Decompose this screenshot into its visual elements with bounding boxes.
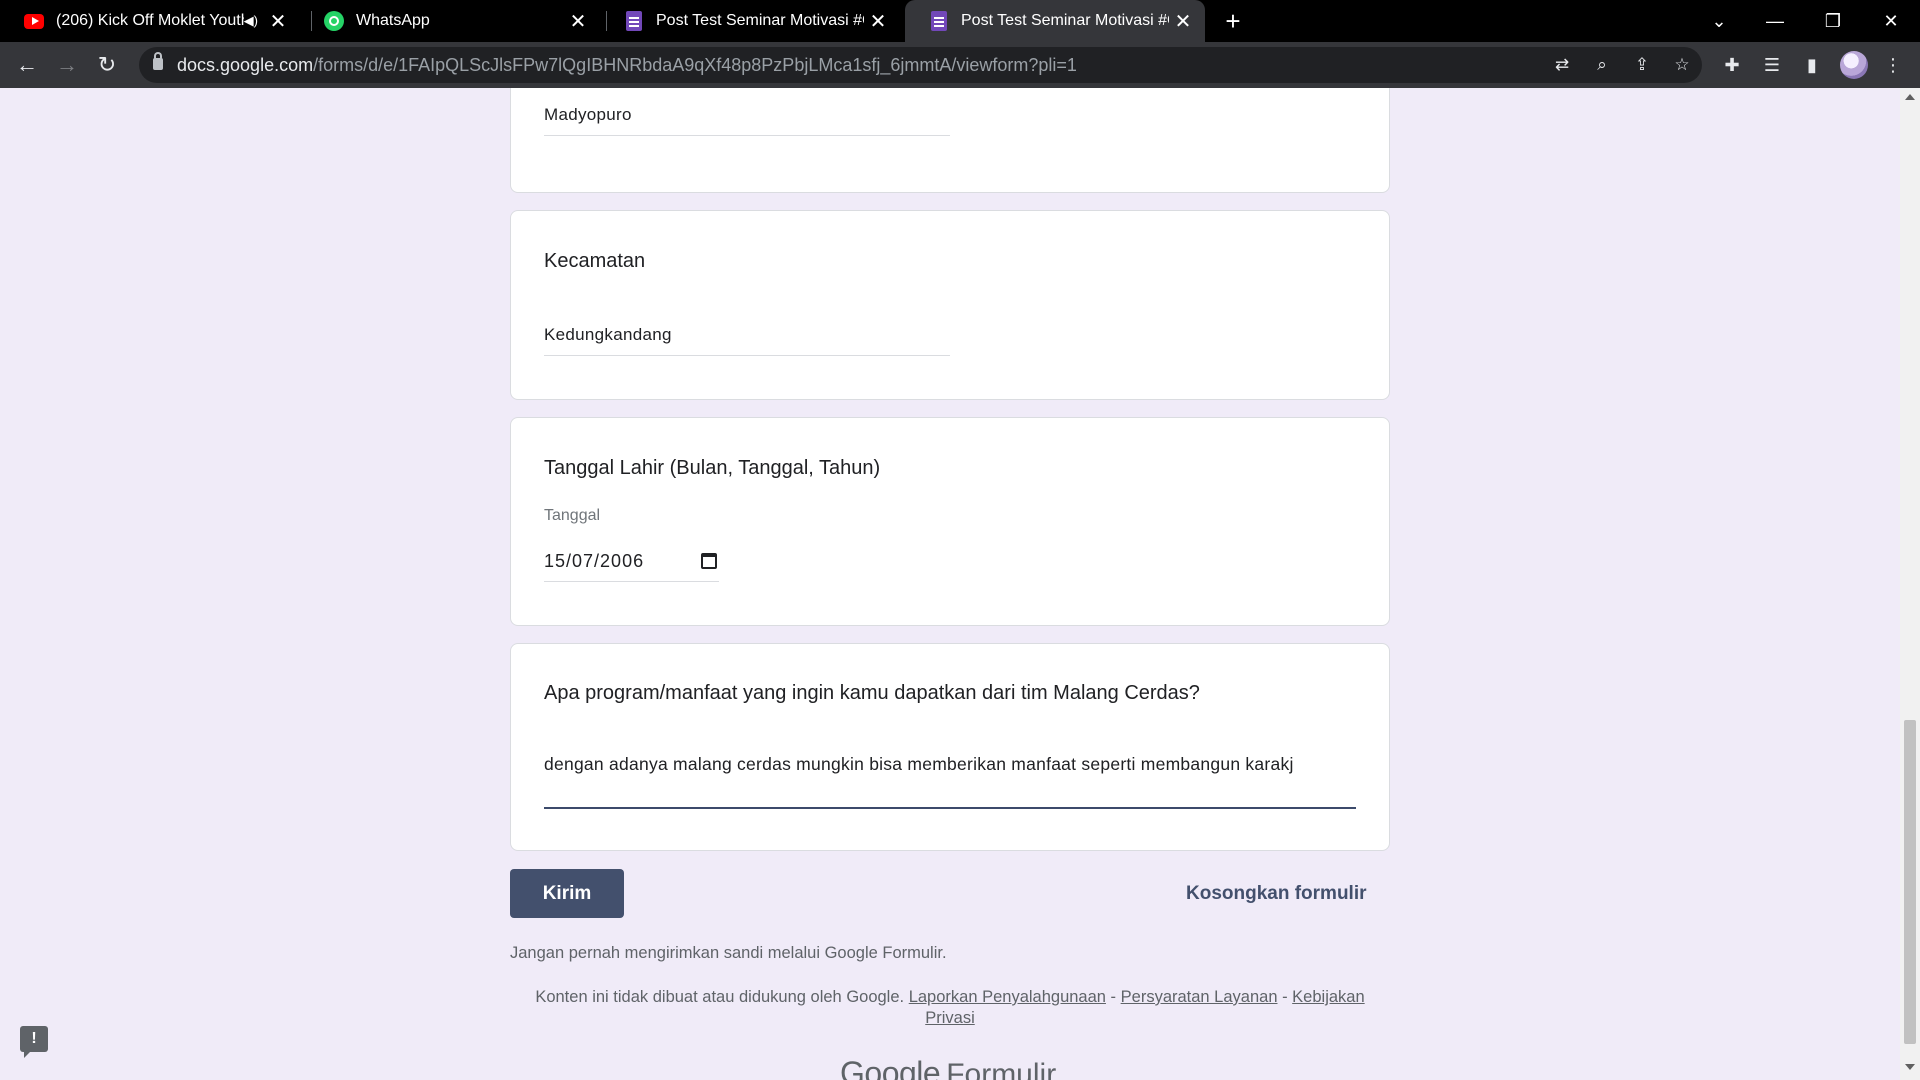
reload-icon[interactable]: ↻ bbox=[91, 49, 123, 81]
tab-title: Post Test Seminar Motivasi #Gam bbox=[656, 12, 864, 29]
tab-whatsapp[interactable]: WhatsApp ✕ bbox=[300, 0, 600, 42]
answer-underline bbox=[544, 135, 950, 136]
translate-icon[interactable]: ⇄ bbox=[1552, 55, 1572, 75]
speaker-icon[interactable]: ◀) bbox=[244, 13, 258, 29]
tab-title: WhatsApp bbox=[356, 12, 430, 29]
scroll-up-arrow-icon[interactable] bbox=[1905, 94, 1915, 100]
tab-forms-active[interactable]: Post Test Seminar Motivasi #Gam ✕ bbox=[905, 0, 1205, 42]
address-bar[interactable]: docs.google.com/forms/d/e/1FAIpQLScJlsFP… bbox=[139, 47, 1702, 83]
youtube-icon bbox=[24, 11, 44, 31]
lock-icon[interactable] bbox=[153, 52, 163, 70]
restore-icon[interactable]: ❐ bbox=[1804, 0, 1862, 42]
close-icon[interactable]: ✕ bbox=[1169, 7, 1197, 35]
minimize-icon[interactable]: — bbox=[1746, 0, 1804, 42]
share-icon[interactable]: ⇪ bbox=[1632, 55, 1652, 75]
scrollbar-thumb[interactable] bbox=[1904, 720, 1916, 1044]
page-scrollbar[interactable] bbox=[1900, 88, 1920, 1080]
url-text[interactable]: docs.google.com/forms/d/e/1FAIpQLScJlsFP… bbox=[177, 55, 1077, 76]
question-card-kecamatan: Kecamatan Kedungkandang bbox=[510, 210, 1390, 400]
question-title: Tanggal Lahir (Bulan, Tanggal, Tahun) bbox=[544, 457, 881, 479]
tab-title: (206) Kick Off Moklet Youth Di bbox=[56, 12, 244, 29]
extensions-puzzle-icon[interactable]: ✚ bbox=[1717, 50, 1747, 80]
feedback-icon[interactable]: ! bbox=[20, 1026, 48, 1058]
clear-form-button[interactable]: Kosongkan formulir bbox=[1186, 869, 1367, 918]
scroll-down-arrow-icon[interactable] bbox=[1905, 1064, 1915, 1070]
whatsapp-icon bbox=[324, 11, 344, 31]
program-answer-textarea[interactable]: dengan adanya malang cerdas mungkin bisa… bbox=[544, 750, 1364, 778]
google-forms-icon bbox=[929, 11, 949, 31]
question-title: Kecamatan bbox=[544, 250, 646, 272]
browser-tab-strip: (206) Kick Off Moklet Youth Di ◀) ✕ What… bbox=[0, 0, 1920, 42]
close-window-icon[interactable]: ✕ bbox=[1862, 0, 1920, 42]
zoom-icon[interactable]: ⌕ bbox=[1592, 55, 1612, 75]
close-icon[interactable]: ✕ bbox=[864, 7, 892, 35]
profile-avatar[interactable] bbox=[1840, 51, 1868, 79]
date-input[interactable]: 15/07/2006 bbox=[544, 551, 644, 572]
url-domain: docs.google.com bbox=[177, 55, 314, 75]
kelurahan-answer[interactable]: Madyopuro bbox=[544, 105, 632, 125]
question-card-program: Apa program/manfaat yang ingin kamu dapa… bbox=[510, 643, 1390, 851]
back-arrow-icon[interactable]: ← bbox=[11, 49, 43, 81]
report-abuse-link[interactable]: Laporkan Penyalahgunaan bbox=[909, 988, 1106, 1006]
bookmark-star-icon[interactable]: ☆ bbox=[1672, 55, 1692, 75]
url-path: /forms/d/e/1FAIpQLScJlsFPw7lQgIBHNRbdaA9… bbox=[313, 55, 1077, 75]
question-card-kelurahan: Madyopuro bbox=[510, 88, 1390, 193]
google-forms-icon bbox=[624, 11, 644, 31]
forward-arrow-icon[interactable]: → bbox=[51, 49, 83, 81]
date-sublabel: Tanggal bbox=[544, 507, 601, 524]
question-title: Apa program/manfaat yang ingin kamu dapa… bbox=[544, 682, 1200, 704]
logo-google-text: Google bbox=[840, 1055, 941, 1080]
logo-forms-text: Formulir bbox=[946, 1058, 1057, 1080]
close-icon[interactable]: ✕ bbox=[564, 7, 592, 35]
menu-kebab-icon[interactable]: ⋮ bbox=[1878, 50, 1908, 80]
footer-disclaimer: Konten ini tidak dibuat atau didukung ol… bbox=[535, 988, 1365, 1027]
submit-button[interactable]: Kirim bbox=[510, 869, 624, 918]
tab-title: Post Test Seminar Motivasi #Gam bbox=[961, 12, 1169, 29]
terms-link[interactable]: Persyaratan Layanan bbox=[1121, 988, 1278, 1006]
new-tab-button[interactable]: + bbox=[1218, 6, 1248, 36]
google-forms-logo[interactable]: Google Formulir bbox=[840, 1055, 1056, 1080]
tab-search-chevron-icon[interactable]: ⌄ bbox=[1690, 0, 1748, 42]
tab-youtube[interactable]: (206) Kick Off Moklet Youth Di ◀) ✕ bbox=[0, 0, 300, 42]
side-panel-icon[interactable]: ▮ bbox=[1797, 50, 1827, 80]
calendar-icon[interactable] bbox=[701, 553, 717, 569]
kecamatan-answer[interactable]: Kedungkandang bbox=[544, 325, 672, 345]
close-icon[interactable]: ✕ bbox=[264, 7, 292, 35]
browser-toolbar: ← → ↻ docs.google.com/forms/d/e/1FAIpQLS… bbox=[0, 42, 1920, 88]
answer-underline bbox=[544, 581, 719, 582]
answer-focus-underline bbox=[544, 807, 1356, 809]
question-card-tanggal-lahir: Tanggal Lahir (Bulan, Tanggal, Tahun) Ta… bbox=[510, 417, 1390, 626]
media-control-icon[interactable]: ☰ bbox=[1757, 50, 1787, 80]
answer-underline bbox=[544, 355, 950, 356]
password-warning: Jangan pernah mengirimkan sandi melalui … bbox=[510, 944, 947, 962]
disclaimer-text: Konten ini tidak dibuat atau didukung ol… bbox=[535, 988, 905, 1006]
form-page: Madyopuro Kecamatan Kedungkandang Tangga… bbox=[0, 88, 1920, 1080]
tab-forms-1[interactable]: Post Test Seminar Motivasi #Gam ✕ bbox=[600, 0, 900, 42]
